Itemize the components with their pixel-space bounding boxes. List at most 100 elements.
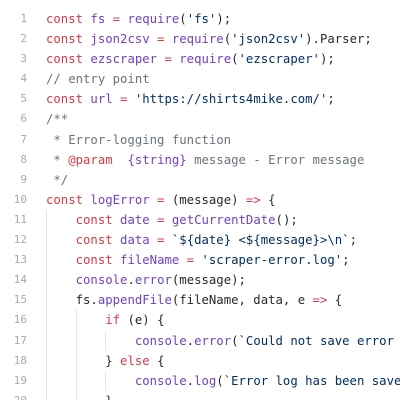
code-token: logError	[90, 192, 150, 207]
code-token: 'fs'	[186, 12, 217, 26]
code-token: (fileName, data, e	[171, 293, 313, 308]
code-line[interactable]: 14 console.error(message);	[0, 270, 400, 291]
code-token: url	[90, 92, 113, 107]
line-number: 5	[20, 92, 27, 106]
indent-guide	[75, 390, 77, 400]
code-token: 'https://shirts4mike.com/'	[134, 92, 328, 107]
code-token: const	[46, 12, 91, 26]
code-token: /**	[46, 112, 69, 127]
code-token: {	[149, 353, 165, 368]
indent-guide	[105, 370, 107, 391]
code-line[interactable]: 1 const fs = require('fs');	[0, 9, 400, 29]
code-token: const	[46, 32, 91, 47]
code-token: .	[186, 333, 195, 348]
code-token: date	[120, 212, 150, 227]
code-token: 'ezscraper'	[238, 52, 320, 67]
code-token: ();	[275, 212, 298, 227]
code-line[interactable]: 12 const data = `${date} <${message}>\n`…	[0, 230, 400, 251]
code-token: =	[149, 192, 172, 207]
code-line[interactable]: 15 fs.appendFile(fileName, data, e => {	[0, 290, 400, 311]
code-text: /**	[27, 109, 68, 129]
line-number: 4	[20, 72, 27, 86]
code-token: =	[149, 233, 172, 248]
code-text: const fileName = 'scraper-error.log';	[27, 250, 350, 271]
code-token: );	[319, 52, 335, 67]
code-line[interactable]: 7 * Error-logging function	[0, 130, 400, 150]
line-number: 16	[13, 313, 27, 327]
code-text: if (e) {	[27, 310, 164, 331]
indent-guide	[46, 290, 47, 311]
code-line[interactable]: 5 const url = 'https://shirts4mike.com/';	[0, 89, 400, 109]
code-line[interactable]: 19 console.log(`Error log has been saved…	[0, 370, 400, 391]
code-text: // entry point	[27, 69, 150, 89]
code-token: @param	[68, 152, 113, 167]
code-line[interactable]: 18 } else {	[0, 350, 400, 371]
code-line[interactable]: 3 const ezscraper = require('ezscraper');	[0, 49, 400, 69]
code-token: data	[120, 233, 150, 248]
line-number: 19	[13, 373, 27, 387]
code-token: json2csv	[90, 32, 150, 47]
code-token: */	[46, 172, 69, 187]
code-token: 'json2csv'	[231, 32, 306, 47]
line-number: 8	[20, 152, 27, 166]
code-line[interactable]: 2 const json2csv = require('json2csv').Pa…	[0, 29, 400, 49]
code-line[interactable]: 8 * @param {string} message - Error mess…	[0, 150, 400, 170]
code-editor[interactable]: 1 const fs = require('fs'); 2 const json2cs…	[0, 0, 400, 400]
code-token: (	[231, 52, 239, 67]
code-token: }	[46, 394, 112, 400]
code-token: ezscraper	[90, 52, 158, 67]
code-token: .	[186, 373, 195, 388]
code-line[interactable]: 20 }	[0, 390, 400, 400]
code-text: console.log(`Error log has been saved to…	[27, 370, 400, 391]
code-token: =>	[245, 192, 261, 207]
code-line[interactable]: 16 if (e) {	[0, 310, 400, 331]
code-text: console.error(message);	[27, 270, 246, 291]
code-text: const data = `${date} <${message}>\n`;	[27, 230, 357, 251]
code-token: else	[120, 353, 150, 368]
code-line[interactable]: 9 */	[0, 170, 400, 190]
code-token: require	[179, 52, 232, 67]
indent-guide	[46, 230, 47, 251]
code-token: {	[260, 192, 276, 207]
code-token: const	[75, 212, 121, 227]
code-line[interactable]: 4 // entry point	[0, 69, 400, 89]
code-token: const	[75, 233, 121, 248]
code-line[interactable]: 17 console.error(`Could not save error l…	[0, 330, 400, 351]
code-text: const date = getCurrentDate();	[27, 209, 298, 231]
code-token: =	[179, 253, 202, 268]
code-line[interactable]: 11 const date = getCurrentDate();	[0, 209, 400, 231]
code-token: appendFile	[97, 293, 172, 308]
indent-guide	[75, 350, 77, 371]
indent-guide	[105, 330, 107, 351]
code-text: * @param {string} message - Error messag…	[27, 150, 364, 170]
code-token: Parser;	[319, 32, 372, 47]
indent-guide	[75, 330, 77, 351]
code-token: const	[75, 253, 121, 268]
code-token: fileName	[120, 253, 180, 268]
code-token: log	[194, 373, 217, 388]
line-number: 15	[13, 293, 27, 307]
line-number: 10	[13, 192, 27, 206]
code-text: } else {	[27, 350, 165, 371]
code-text: console.error(`Could not save error log …	[27, 330, 400, 351]
code-line[interactable]: 13 const fileName = 'scraper-error.log';	[0, 250, 400, 271]
code-token: {	[327, 293, 343, 308]
line-number: 20	[0, 391, 27, 400]
code-line[interactable]: 6 /**	[0, 109, 400, 129]
code-line[interactable]: 10 const logError = (message) => {	[0, 190, 400, 210]
line-number: 7	[20, 132, 27, 146]
code-token: // entry point	[46, 72, 150, 87]
indent-guide	[46, 270, 47, 291]
code-token: =>	[312, 293, 328, 308]
code-token: `Could not save error log to	[238, 333, 394, 348]
indent-guide	[46, 370, 47, 391]
code-token: console	[75, 273, 128, 288]
code-token: getCurrentDate	[171, 212, 276, 227]
code-token: const	[46, 52, 91, 67]
code-token: fs	[90, 12, 106, 26]
code-text: fs.appendFile(fileName, data, e => {	[27, 290, 343, 311]
